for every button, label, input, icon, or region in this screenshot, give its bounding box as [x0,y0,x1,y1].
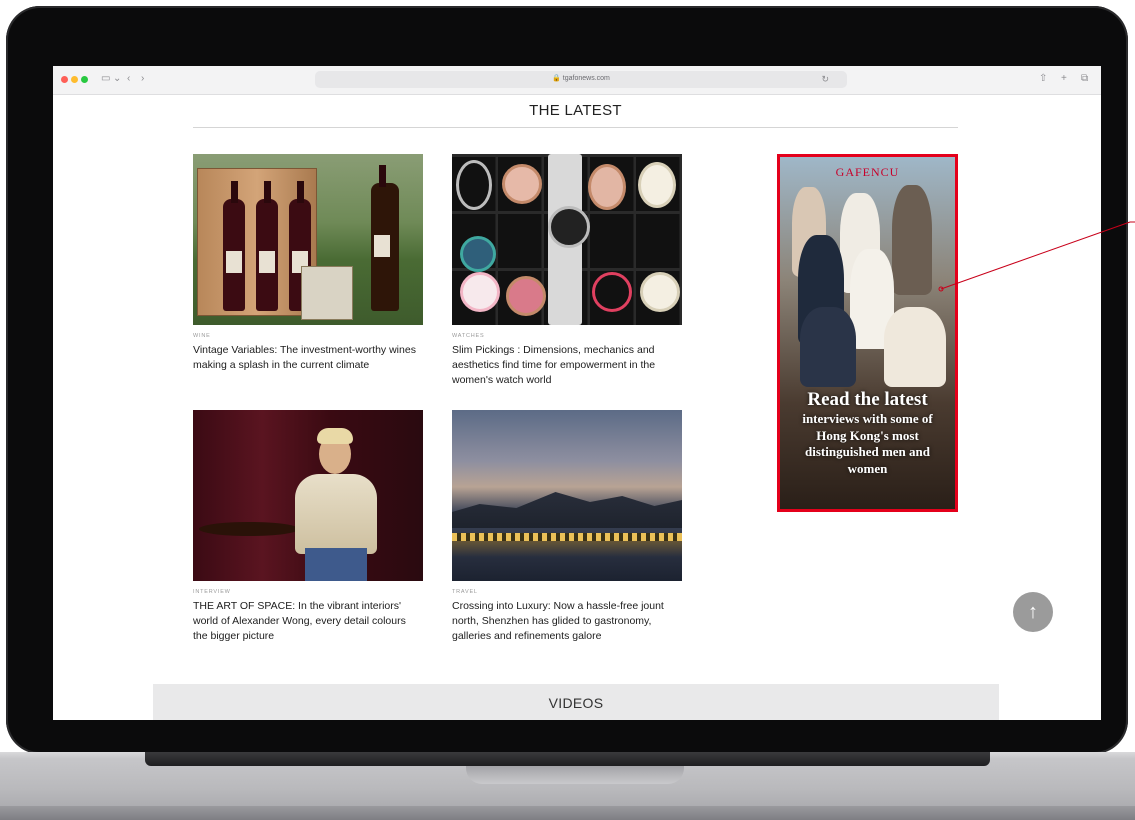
arrow-up-icon: ↑ [1028,601,1038,623]
tabs-overview-icon[interactable]: ⧉ [1081,72,1088,86]
article-card-watches[interactable]: WATCHES Slim Pickings : Dimensions, mech… [452,154,682,388]
ad-logo: GAFENCU [835,165,900,179]
article-category[interactable]: WINE [193,333,423,340]
section-divider [193,127,958,128]
article-image[interactable] [193,154,423,325]
article-image[interactable] [193,410,423,581]
article-headline[interactable]: Vintage Variables: The investment-worthy… [193,343,423,373]
sidebar-ad-banner[interactable]: GAFENCU Read the latest interviews with … [777,154,958,512]
article-headline[interactable]: THE ART OF SPACE: In the vibrant interio… [193,599,423,644]
laptop-hinge [145,752,990,766]
article-category[interactable]: INTERVIEW [193,589,423,596]
article-card-travel[interactable]: TRAVEL Crossing into Luxury: Now a hassl… [452,410,682,644]
laptop-base-edge [0,806,1135,820]
ad-headline: Read the latest [807,389,928,410]
reload-icon[interactable]: ↻ [821,73,829,85]
forward-icon[interactable]: › [141,72,144,86]
browser-toolbar: ▭ ⌄ ‹ › 🔒 tgafonews.com ↻ ⇧ + ⧉ [53,66,1101,95]
address-text: 🔒 tgafonews.com [552,75,610,82]
article-category[interactable]: WATCHES [452,333,682,340]
article-headline[interactable]: Crossing into Luxury: Now a hassle-free … [452,599,682,644]
chevron-down-icon[interactable]: ⌄ [113,72,121,86]
screen: ▭ ⌄ ‹ › 🔒 tgafonews.com ↻ ⇧ + ⧉ THE LATE… [53,66,1101,720]
article-category[interactable]: TRAVEL [452,589,682,596]
article-image[interactable] [452,154,682,325]
share-icon[interactable]: ⇧ [1039,72,1047,86]
article-card-wine[interactable]: WINE Vintage Variables: The investment-w… [193,154,423,373]
section-title: THE LATEST [529,102,622,119]
new-tab-icon[interactable]: + [1061,72,1067,86]
ad-subtext: interviews with some of Hong Kong's most… [802,411,933,476]
videos-title: VIDEOS [548,695,604,711]
minimize-window-button[interactable] [71,76,78,83]
back-to-top-button[interactable]: ↑ [1013,592,1053,632]
ad-text: Read the latest interviews with some of … [786,389,949,477]
maximize-window-button[interactable] [81,76,88,83]
videos-section: VIDEOS [153,684,999,720]
close-window-button[interactable] [61,76,68,83]
back-icon[interactable]: ‹ [127,72,130,86]
address-bar[interactable]: 🔒 tgafonews.com ↻ [315,71,847,88]
article-card-interview[interactable]: INTERVIEW THE ART OF SPACE: In the vibra… [193,410,423,644]
article-image[interactable] [452,410,682,581]
sidebar-icon[interactable]: ▭ [101,72,110,86]
laptop-notch [466,766,684,784]
article-headline[interactable]: Slim Pickings : Dimensions, mechanics an… [452,343,682,388]
